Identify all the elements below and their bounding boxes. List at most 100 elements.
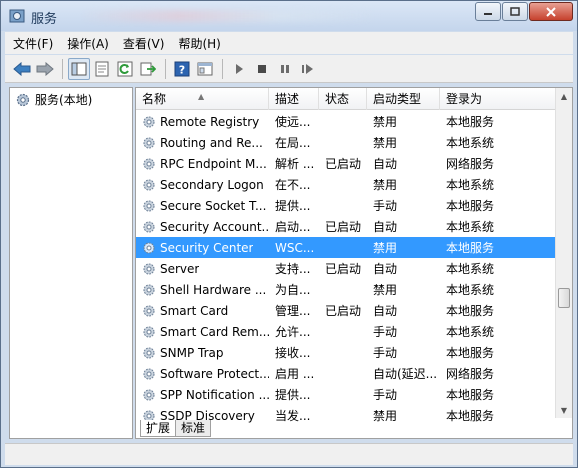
restart-service-button[interactable]	[297, 58, 319, 80]
table-row[interactable]: Secure Socket T... 提供... 手动 本地服务	[136, 195, 556, 216]
service-startup-type: 自动(延迟...	[373, 367, 438, 381]
service-log-on-as: 网络服务	[446, 157, 495, 171]
service-name-cell: Server	[136, 262, 269, 276]
service-gear-icon	[143, 325, 155, 338]
table-row[interactable]: RPC Endpoint M... 解析 ... 已启动 自动 网络服务	[136, 153, 556, 174]
help-icon: ?	[174, 61, 190, 76]
export-list-button[interactable]	[137, 58, 159, 80]
table-row[interactable]: SPP Notification ... 提供... 手动 本地服务	[136, 384, 556, 405]
service-name: Secure Socket T...	[160, 198, 267, 213]
toolbar-separator	[62, 58, 63, 79]
stop-service-button[interactable]	[251, 58, 273, 80]
column-header-status[interactable]: 状态	[319, 88, 367, 110]
caption-buttons	[474, 2, 573, 21]
stop-icon	[258, 64, 266, 73]
service-name-cell: SNMP Trap	[136, 346, 269, 360]
title-bar[interactable]: 服务	[1, 1, 577, 31]
services-list-pane: 名称 ▲ 描述 状态 启动类型 登录为 Remote Registry 使远...…	[135, 87, 573, 439]
play-icon	[236, 63, 243, 74]
service-description: 解析 ...	[275, 157, 315, 171]
service-log-on-as: 网络服务	[446, 367, 495, 381]
service-startup-type: 手动	[373, 199, 398, 213]
table-row[interactable]: Smart Card Rem... 允许... 手动 本地系统	[136, 321, 556, 342]
start-service-button[interactable]	[228, 58, 250, 80]
column-header-name[interactable]: 名称 ▲	[136, 88, 269, 110]
service-description: 支持...	[275, 262, 311, 276]
close-button[interactable]	[529, 2, 573, 21]
table-row[interactable]: Secondary Logon 在不... 禁用 本地系统	[136, 174, 556, 195]
service-name: Shell Hardware ...	[160, 282, 267, 297]
service-gear-icon	[143, 283, 155, 296]
service-status: 已启动	[325, 262, 362, 276]
service-name: SNMP Trap	[160, 345, 224, 360]
service-name-cell: Remote Registry	[136, 115, 269, 129]
restart-icon	[302, 63, 313, 74]
table-row[interactable]: Software Protect... 启用 ... 自动(延迟... 网络服务	[136, 363, 556, 384]
service-description: 提供...	[275, 388, 311, 402]
pause-service-button[interactable]	[274, 58, 296, 80]
table-row[interactable]: Security Account... 启动... 已启动 自动 本地系统	[136, 216, 556, 237]
menu-help[interactable]: 帮助(H)	[178, 35, 220, 52]
help-button[interactable]: ?	[171, 58, 193, 80]
column-header-startup-type[interactable]: 启动类型	[367, 88, 440, 110]
menu-view[interactable]: 查看(V)	[123, 35, 165, 52]
tab-extended[interactable]: 扩展	[140, 420, 177, 437]
service-startup-type: 禁用	[373, 178, 398, 192]
forward-button[interactable]	[34, 58, 56, 80]
console-button[interactable]	[194, 58, 216, 80]
service-name-cell: Software Protect...	[136, 367, 269, 381]
menu-file[interactable]: 文件(F)	[13, 35, 53, 52]
column-header-description[interactable]: 描述	[269, 88, 319, 110]
list-header: 名称 ▲ 描述 状态 启动类型 登录为	[136, 88, 556, 110]
service-log-on-as: 本地系统	[446, 283, 495, 297]
service-startup-type: 禁用	[373, 283, 398, 297]
column-label: 状态	[325, 92, 350, 106]
scroll-down-icon[interactable]: ▼	[556, 402, 572, 418]
scrollbar-thumb[interactable]	[558, 288, 570, 308]
service-name: RPC Endpoint M...	[160, 156, 267, 171]
service-log-on-as: 本地系统	[446, 136, 495, 150]
service-name: SPP Notification ...	[160, 387, 269, 402]
minimize-icon	[484, 12, 492, 15]
scroll-up-icon[interactable]: ▲	[556, 88, 572, 104]
table-row[interactable]: Shell Hardware ... 为自... 禁用 本地系统	[136, 279, 556, 300]
table-row[interactable]: Remote Registry 使远... 禁用 本地服务	[136, 111, 556, 132]
service-name: Remote Registry	[160, 114, 260, 129]
tree-item-services-local[interactable]: 服务(本地)	[15, 91, 92, 108]
console-tree-pane: 服务(本地)	[9, 87, 133, 439]
back-button[interactable]	[11, 58, 33, 80]
services-gear-icon	[16, 93, 30, 106]
service-name: Smart Card	[160, 303, 229, 318]
service-startup-type: 禁用	[373, 115, 398, 129]
table-row[interactable]: Server 支持... 已启动 自动 本地系统	[136, 258, 556, 279]
service-name-cell: SPP Notification ...	[136, 388, 269, 402]
table-row[interactable]: SNMP Trap 接收... 手动 本地服务	[136, 342, 556, 363]
tab-standard[interactable]: 标准	[175, 420, 212, 437]
table-row[interactable]: Security Center WSC... 禁用 本地服务	[136, 237, 556, 258]
table-row[interactable]: Routing and Re... 在局... 禁用 本地系统	[136, 132, 556, 153]
service-gear-icon	[143, 304, 155, 317]
toolbar-separator	[165, 58, 166, 79]
maximize-button[interactable]	[502, 2, 528, 21]
table-row[interactable]: Smart Card 管理... 已启动 自动 本地服务	[136, 300, 556, 321]
service-log-on-as: 本地服务	[446, 304, 495, 318]
toolbar: ?	[5, 55, 573, 83]
service-gear-icon	[143, 220, 155, 233]
column-header-log-on-as[interactable]: 登录为	[440, 88, 556, 110]
service-name-cell: Secondary Logon	[136, 178, 269, 192]
service-status: 已启动	[325, 304, 362, 318]
service-log-on-as: 本地服务	[446, 115, 495, 129]
service-log-on-as: 本地系统	[446, 178, 495, 192]
back-arrow-icon	[13, 61, 31, 76]
service-name-cell: Security Account...	[136, 220, 269, 234]
status-bar	[5, 443, 573, 465]
service-startup-type: 自动	[373, 157, 398, 171]
show-hide-tree-button[interactable]	[68, 57, 90, 80]
service-description: 管理...	[275, 304, 311, 318]
menu-action[interactable]: 操作(A)	[67, 35, 109, 52]
vertical-scrollbar[interactable]: ▲ ▼	[555, 88, 572, 418]
service-startup-type: 手动	[373, 346, 398, 360]
minimize-button[interactable]	[475, 2, 501, 21]
refresh-button[interactable]	[114, 58, 136, 80]
properties-button[interactable]	[91, 58, 113, 80]
